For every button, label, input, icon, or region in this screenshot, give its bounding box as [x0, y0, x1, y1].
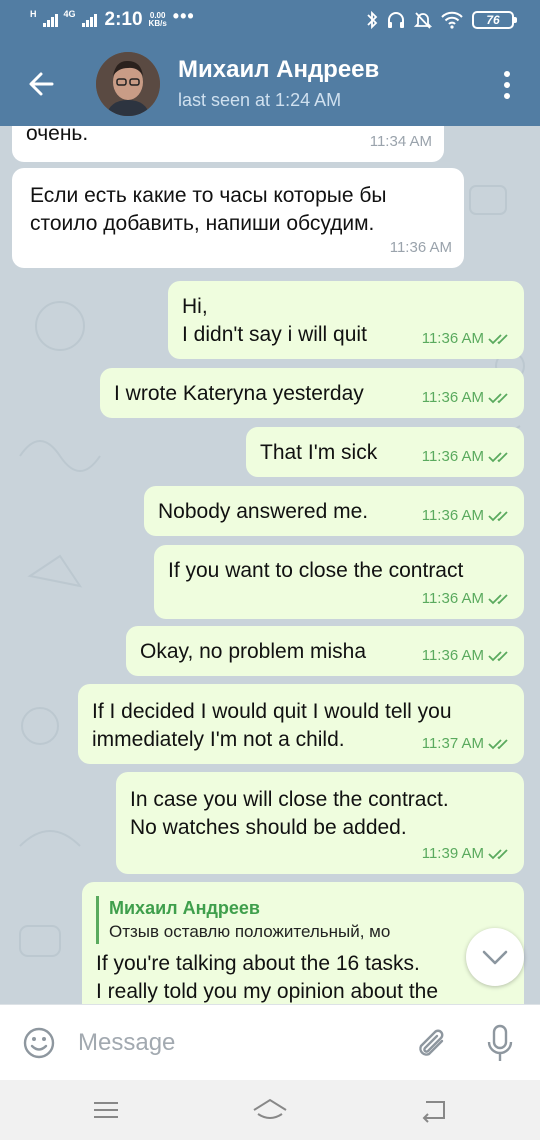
incoming-message[interactable]: Если есть какие то часы которые бы стоил… [12, 168, 464, 268]
net-speed-unit: KB/s [148, 19, 167, 28]
message-list[interactable]: очень. 11:34 AM Если есть какие то часы … [0, 126, 540, 1004]
reply-quote[interactable]: Михаил Андреев Отзыв оставлю положительн… [96, 896, 510, 944]
message-time: 11:34 AM [369, 133, 432, 150]
double-check-icon [488, 849, 508, 860]
double-check-icon [488, 393, 508, 404]
signal-icon [42, 13, 58, 27]
more-vertical-icon[interactable] [502, 70, 512, 100]
smile-icon[interactable] [22, 1026, 56, 1060]
more-notifications: ••• [172, 5, 195, 26]
message-text: Если есть какие то часы которые бы стоил… [30, 184, 387, 235]
message-meta: 11:36 AM [422, 384, 512, 412]
network-type-label-2: 4G [63, 9, 76, 19]
message-time: 11:36 AM [421, 389, 484, 406]
message-time: 11:39 AM [421, 845, 484, 862]
outgoing-message[interactable]: Nobody answered me. 11:36 AM [144, 486, 524, 536]
message-text: In case you will close the contract. No … [130, 788, 449, 839]
message-time: 11:36 AM [421, 590, 484, 607]
message-meta: 11:36 AM [422, 502, 512, 530]
clock: 2:10 [104, 9, 143, 30]
chat-header: Михаил Андреев last seen at 1:24 AM [0, 42, 540, 126]
microphone-icon[interactable] [484, 1023, 516, 1065]
menu-icon[interactable] [86, 1094, 126, 1126]
chevron-down-icon [482, 950, 508, 965]
signal-icon-2 [81, 13, 97, 27]
message-text: If you're talking about the 16 tasks. I … [96, 952, 439, 1003]
home-icon[interactable] [250, 1094, 290, 1126]
wifi-icon [441, 11, 463, 29]
outgoing-message[interactable]: I wrote Kateryna yesterday 11:36 AM [100, 368, 524, 418]
message-meta: 11:39 AM [422, 840, 512, 868]
message-time: 11:36 AM [421, 507, 484, 524]
arrow-left-icon[interactable] [22, 66, 62, 102]
bell-muted-icon [414, 12, 432, 29]
outgoing-message[interactable]: If you want to close the contract 11:36 … [154, 545, 524, 619]
incoming-message[interactable]: очень. 11:34 AM [12, 126, 444, 162]
outgoing-message[interactable]: In case you will close the contract. No … [116, 772, 524, 874]
message-meta: 11:37 AM [422, 730, 512, 758]
message-composer [0, 1004, 540, 1080]
message-meta: 11:36 AM [422, 325, 512, 353]
double-check-icon [488, 739, 508, 750]
outgoing-reply-message[interactable]: Михаил Андреев Отзыв оставлю положительн… [82, 882, 524, 1004]
battery-icon: 76 [472, 11, 517, 29]
contact-name[interactable]: Михаил Андреев [178, 56, 379, 84]
double-check-icon [488, 511, 508, 522]
message-input[interactable] [78, 1025, 378, 1061]
avatar-image [96, 52, 160, 116]
headphones-icon [388, 12, 404, 28]
reply-snippet: Отзыв оставлю положительный, мо [109, 922, 391, 941]
message-time: 11:36 AM [389, 239, 452, 256]
double-check-icon [488, 334, 508, 345]
status-bar: H 4G 2:10 0.00 KB/s ••• 76 [0, 0, 540, 42]
back-nav-icon[interactable] [414, 1094, 454, 1126]
message-time: 11:36 AM [421, 330, 484, 347]
outgoing-message[interactable]: That I'm sick 11:36 AM [246, 427, 524, 477]
message-text: If you want to close the contract [168, 559, 464, 582]
outgoing-message[interactable]: Okay, no problem misha 11:36 AM [126, 626, 524, 676]
paperclip-icon[interactable] [414, 1025, 450, 1063]
double-check-icon [488, 651, 508, 662]
status-right: 76 [366, 10, 517, 30]
double-check-icon [488, 594, 508, 605]
message-meta: 11:36 AM [422, 585, 512, 613]
system-nav-bar [0, 1080, 540, 1140]
scroll-down-button[interactable] [466, 928, 524, 986]
last-seen-status: last seen at 1:24 AM [178, 90, 342, 110]
message-time: 11:36 AM [421, 448, 484, 465]
avatar[interactable] [96, 52, 160, 116]
net-speed: 0.00 KB/s [149, 12, 167, 28]
outgoing-message[interactable]: If I decided I would quit I would tell y… [78, 684, 524, 764]
message-meta: 11:36 AM [422, 642, 512, 670]
double-check-icon [488, 452, 508, 463]
message-time: 11:37 AM [421, 735, 484, 752]
status-left: H 4G 2:10 0.00 KB/s ••• [30, 5, 195, 31]
outgoing-message[interactable]: Hi, I didn't say i will quit 11:36 AM [168, 281, 524, 359]
bluetooth-icon [367, 10, 378, 30]
reply-author: Михаил Андреев [109, 898, 260, 918]
network-type-label: H [30, 9, 37, 19]
message-meta: 11:36 AM [422, 443, 512, 471]
message-time: 11:36 AM [421, 647, 484, 664]
